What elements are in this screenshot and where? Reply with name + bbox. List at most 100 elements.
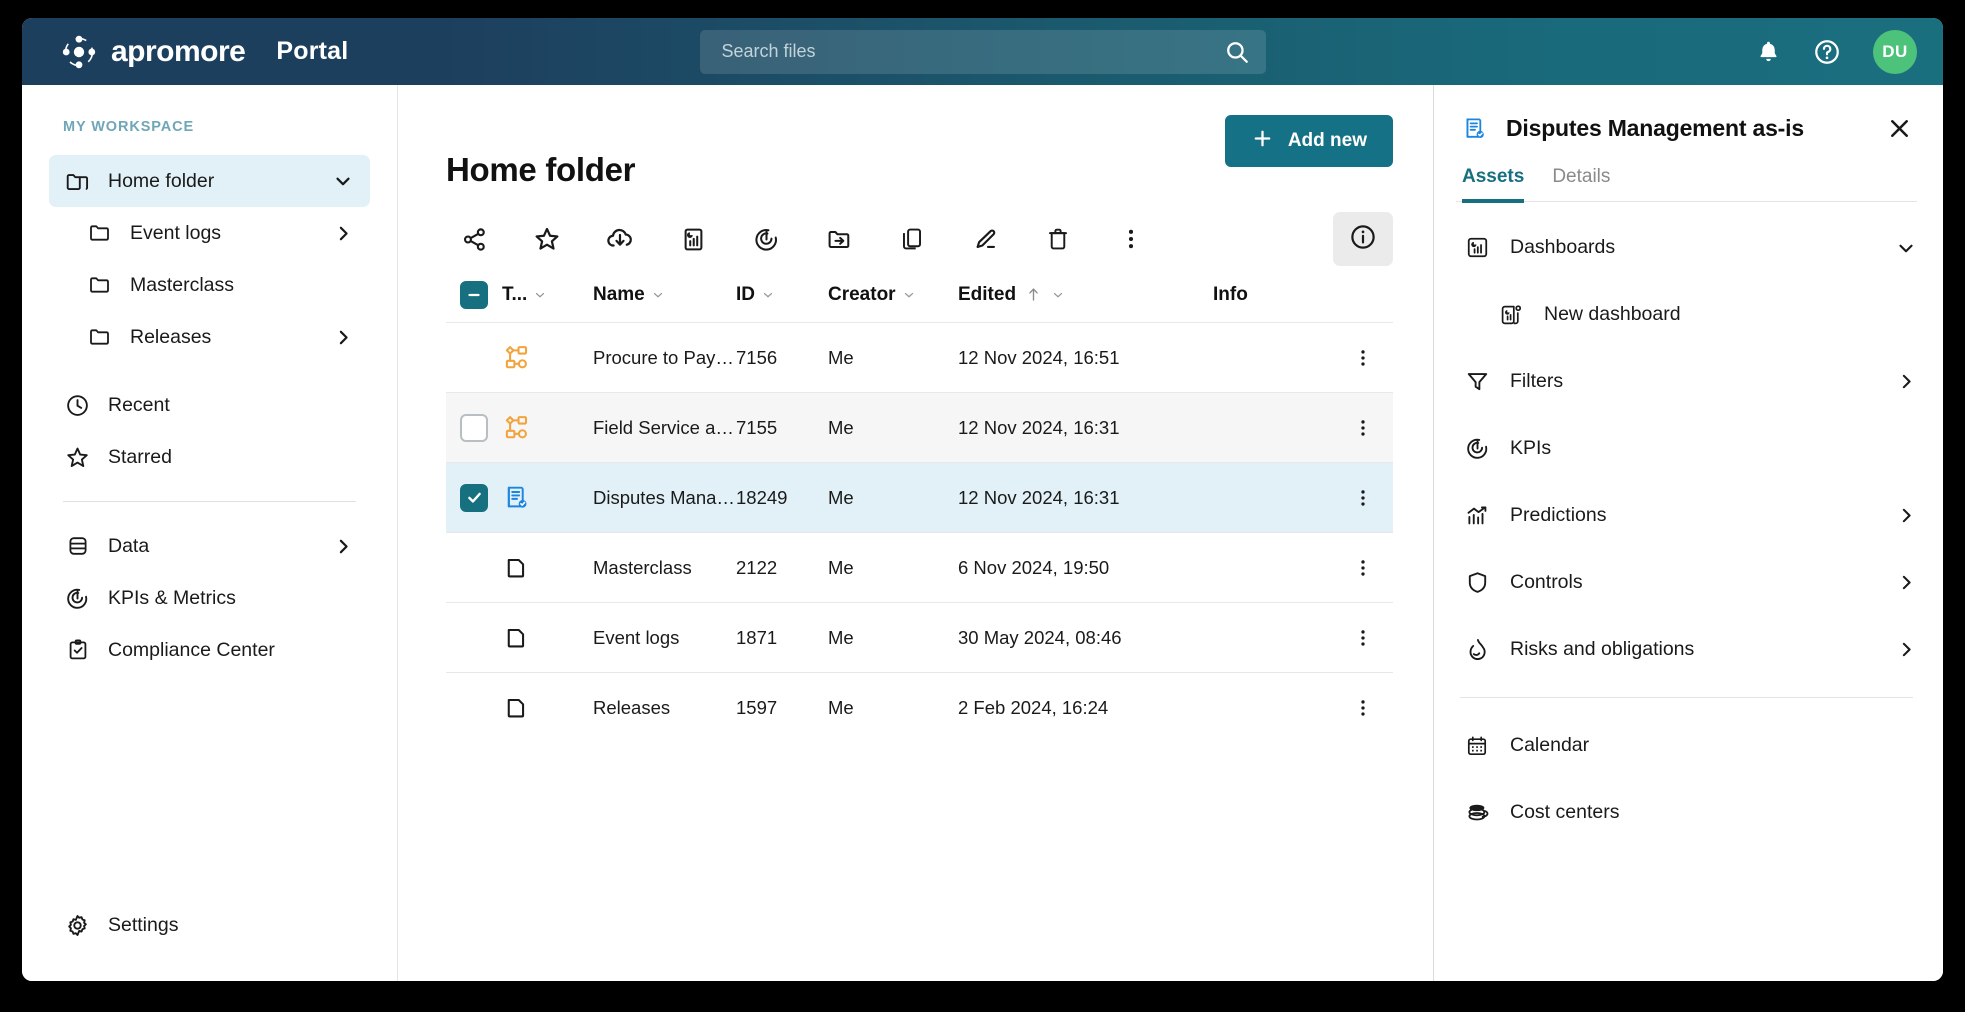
share-icon[interactable] <box>446 215 502 263</box>
help-circle-icon[interactable] <box>1813 38 1841 66</box>
row-name-cell[interactable]: Releases <box>580 697 736 719</box>
sidebar-item-label: Home folder <box>108 169 215 192</box>
table-row[interactable]: Event logs 1871 Me 30 May 2024, 08:46 <box>446 603 1393 673</box>
database-icon <box>65 534 90 559</box>
table-row[interactable]: Disputes Management as-is 18249 Me 12 No… <box>446 463 1393 533</box>
chevron-right-icon[interactable] <box>1896 371 1917 392</box>
sidebar-item-data[interactable]: Data <box>49 520 370 572</box>
close-icon[interactable] <box>1886 115 1913 142</box>
sidebar-item-settings[interactable]: Settings <box>49 899 370 951</box>
search-box[interactable] <box>699 29 1266 74</box>
sidebar-item-label: Event logs <box>130 221 222 244</box>
row-name: Event logs <box>593 626 680 648</box>
pencil-icon[interactable] <box>957 215 1013 263</box>
sort-ascending-icon[interactable] <box>1024 285 1043 304</box>
panel-header: Disputes Management as-is <box>1456 85 1917 142</box>
copy-icon[interactable] <box>884 215 940 263</box>
column-header-id[interactable]: ID <box>736 284 828 306</box>
chevron-down-icon[interactable] <box>902 288 916 302</box>
add-new-button[interactable]: Add new <box>1224 115 1393 167</box>
row-name-cell[interactable]: Field Service as-is <box>580 417 736 439</box>
sidebar-item-releases[interactable]: Releases <box>49 311 370 363</box>
avatar[interactable]: DU <box>1873 29 1917 74</box>
row-id-cell: 7155 <box>736 417 828 439</box>
sidebar-item-home-folder[interactable]: Home folder <box>49 155 370 207</box>
asset-item-calendar[interactable]: Calendar <box>1456 712 1917 779</box>
info-toggle-button[interactable] <box>1333 212 1393 266</box>
asset-item-predictions[interactable]: Predictions <box>1456 482 1917 549</box>
table-row[interactable]: Procure to Pay as-is 7156 Me 12 Nov 2024… <box>446 323 1393 393</box>
row-more-menu[interactable] <box>1333 697 1393 719</box>
chevron-down-icon[interactable] <box>761 288 775 302</box>
chevron-down-icon[interactable] <box>1895 237 1917 259</box>
sidebar-item-event-logs[interactable]: Event logs <box>49 207 370 259</box>
chevron-down-icon[interactable] <box>651 288 665 302</box>
row-more-menu[interactable] <box>1333 347 1393 369</box>
select-all-checkbox[interactable] <box>460 280 488 309</box>
bell-icon[interactable] <box>1756 39 1781 64</box>
asset-item-risks-and-obligations[interactable]: Risks and obligations <box>1456 616 1917 683</box>
asset-item-new-dashboard[interactable]: New dashboard <box>1456 281 1917 348</box>
table-row[interactable]: Masterclass 2122 Me 6 Nov 2024, 19:50 <box>446 533 1393 603</box>
column-label-name: Name <box>593 283 645 305</box>
row-more-menu[interactable] <box>1333 627 1393 649</box>
row-name-cell[interactable]: Event logs <box>580 627 736 649</box>
tab-details[interactable]: Details <box>1552 166 1610 203</box>
asset-item-cost-centers[interactable]: Cost centers <box>1456 779 1917 846</box>
tab-assets[interactable]: Assets <box>1462 166 1525 203</box>
table-row[interactable]: Field Service as-is 7155 Me 12 Nov 2024,… <box>446 393 1393 463</box>
sidebar-item-compliance-center[interactable]: Compliance Center <box>49 624 370 676</box>
row-checkbox-cell <box>446 413 502 442</box>
row-name-cell[interactable]: Disputes Management as-is <box>580 487 736 509</box>
search-input[interactable] <box>721 41 1224 62</box>
table-row[interactable]: Releases 1597 Me 2 Feb 2024, 16:24 <box>446 673 1393 743</box>
row-checkbox[interactable] <box>460 413 488 442</box>
row-name-cell[interactable]: Masterclass <box>580 557 736 579</box>
brand[interactable]: apromore <box>60 33 246 71</box>
column-label-edited: Edited <box>958 283 1017 305</box>
report-icon[interactable] <box>665 215 721 263</box>
column-header-edited[interactable]: Edited <box>958 284 1213 306</box>
sidebar-item-masterclass[interactable]: Masterclass <box>49 259 370 311</box>
table-header-row: T... Name ID Creator Edited Info <box>446 267 1393 323</box>
sidebar-item-label: KPIs & Metrics <box>108 586 236 609</box>
search-icon[interactable] <box>1224 39 1250 65</box>
column-header-creator[interactable]: Creator <box>828 284 958 306</box>
asset-item-kpis[interactable]: KPIs <box>1456 415 1917 482</box>
chevron-down-icon[interactable] <box>332 170 354 192</box>
chevron-right-icon[interactable] <box>333 327 354 348</box>
star-icon[interactable] <box>519 215 575 263</box>
row-name: Masterclass <box>593 556 692 578</box>
chevron-down-icon[interactable] <box>1051 288 1065 302</box>
row-id: 1597 <box>736 697 778 718</box>
folder-icon <box>87 325 112 350</box>
trash-icon[interactable] <box>1030 215 1086 263</box>
chevron-right-icon[interactable] <box>333 536 354 557</box>
row-name-cell[interactable]: Procure to Pay as-is <box>580 347 736 369</box>
trend-up-icon <box>1464 503 1490 529</box>
download-cloud-icon[interactable] <box>592 215 648 263</box>
sidebar-item-starred[interactable]: Starred <box>49 431 370 483</box>
row-checkbox[interactable] <box>460 483 488 512</box>
row-more-menu[interactable] <box>1333 487 1393 509</box>
more-vertical-icon[interactable] <box>1103 215 1159 263</box>
add-new-label: Add new <box>1287 130 1367 151</box>
sidebar-item-kpis-metrics[interactable]: KPIs & Metrics <box>49 572 370 624</box>
column-header-type[interactable]: T... <box>502 284 580 306</box>
asset-item-filters[interactable]: Filters <box>1456 348 1917 415</box>
chevron-right-icon[interactable] <box>333 223 354 244</box>
asset-item-controls[interactable]: Controls <box>1456 549 1917 616</box>
row-more-menu[interactable] <box>1333 557 1393 579</box>
row-id-cell: 18249 <box>736 487 828 509</box>
column-header-name[interactable]: Name <box>580 284 736 306</box>
chevron-right-icon[interactable] <box>1896 572 1917 593</box>
asset-item-dashboards[interactable]: Dashboards <box>1456 214 1917 281</box>
row-more-menu[interactable] <box>1333 417 1393 439</box>
chevron-right-icon[interactable] <box>1896 639 1917 660</box>
move-folder-icon[interactable] <box>811 215 867 263</box>
chevron-right-icon[interactable] <box>1896 505 1917 526</box>
target-icon[interactable] <box>738 215 794 263</box>
sidebar-divider <box>63 501 356 502</box>
sidebar-item-recent[interactable]: Recent <box>49 379 370 431</box>
chevron-down-icon[interactable] <box>533 288 547 302</box>
